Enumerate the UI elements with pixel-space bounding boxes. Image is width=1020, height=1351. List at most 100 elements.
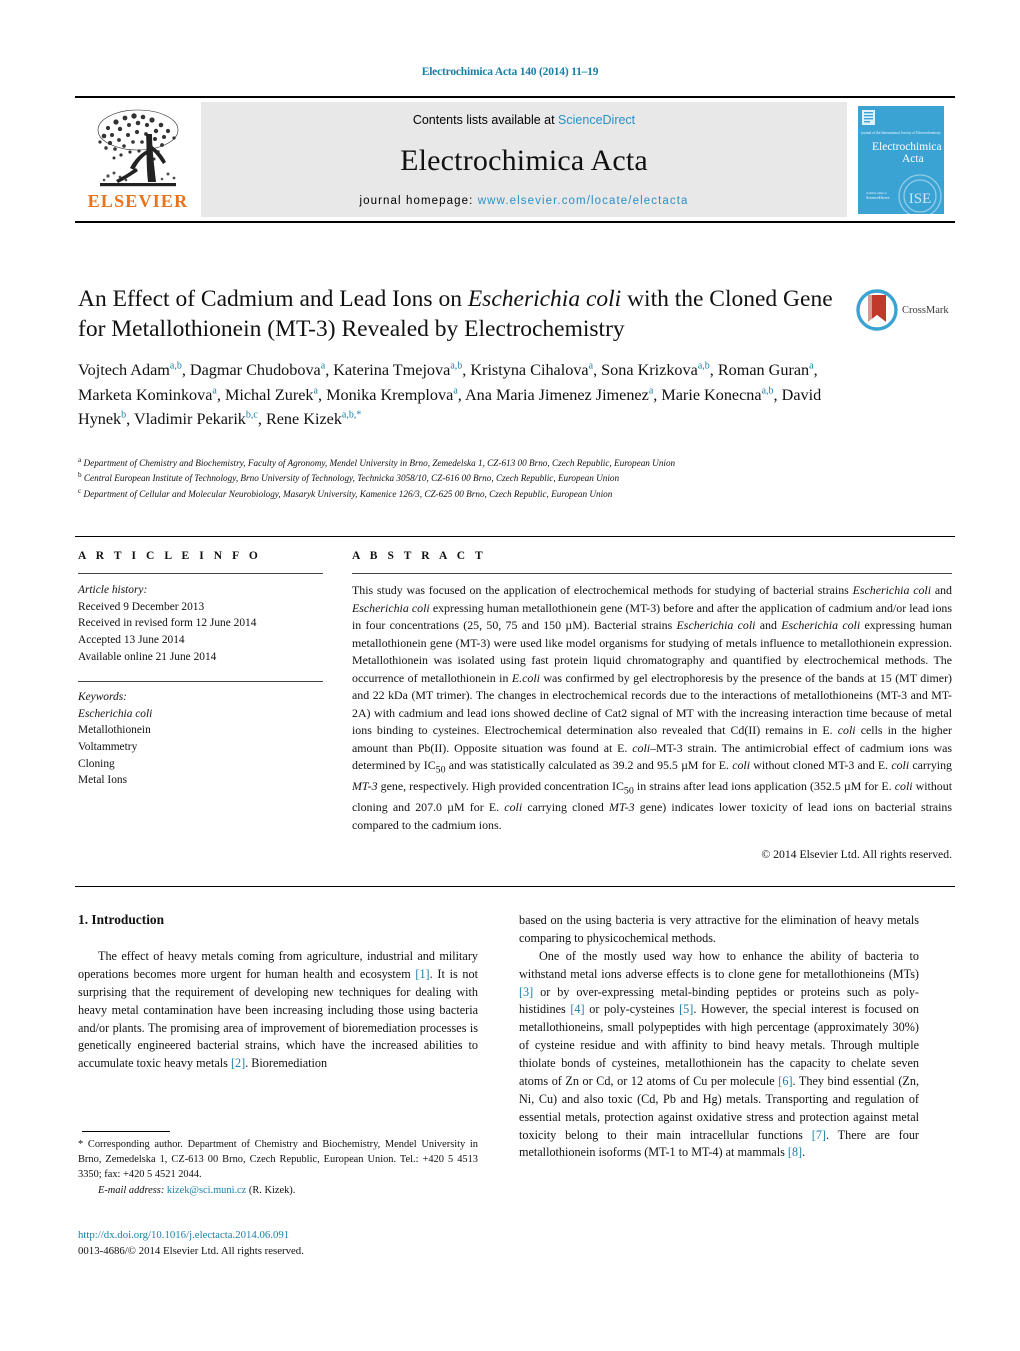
- affiliation-marker: c: [78, 486, 82, 495]
- journal-masthead: ELSEVIER Contents lists available at Sci…: [75, 96, 955, 223]
- author-affiliation-marker: a,b: [450, 360, 463, 372]
- svg-text:ISE: ISE: [909, 191, 932, 207]
- gene-name: MT-3: [352, 779, 378, 794]
- article-info-heading: A R T I C L E I N F O: [78, 550, 262, 562]
- article-history-item: Accepted 13 June 2014: [78, 633, 185, 646]
- author-name: Vojtech Adam: [78, 361, 170, 379]
- species-name: coli: [891, 758, 910, 773]
- homepage-label: journal homepage:: [359, 195, 474, 207]
- homepage-url-link[interactable]: www.elsevier.com/locate/electacta: [478, 195, 689, 207]
- author-affiliation-marker: a: [212, 385, 217, 397]
- email-link[interactable]: kizek@sci.muni.cz: [167, 1185, 246, 1196]
- journal-title: Electrochimica Acta: [400, 144, 648, 177]
- author-affiliation-marker: a,b: [697, 360, 710, 372]
- article-history-item: Received in revised form 12 June 2014: [78, 617, 257, 630]
- species-name: Escherichia coli: [352, 600, 430, 615]
- footnote-star: *: [78, 1139, 84, 1150]
- author-name: Sona Krizkova: [601, 361, 698, 379]
- keyword-item: Metallothionein: [78, 724, 151, 737]
- contents-prefix: Contents lists available at: [412, 113, 559, 127]
- author-affiliation-marker: a,b: [761, 385, 774, 397]
- citation-ref[interactable]: [5]: [679, 1002, 693, 1016]
- author-affiliation-marker: a: [648, 385, 654, 397]
- abstract-text: This study was focused on the applicatio…: [352, 583, 953, 833]
- citation-ref[interactable]: [8]: [788, 1145, 802, 1159]
- page-title: An Effect of Cadmium and Lead Ions on Es…: [78, 284, 838, 344]
- author-name: Rene Kizek: [265, 410, 342, 429]
- article-info-section: A R T I C L E I N F O Article history: R…: [78, 550, 323, 789]
- svg-text:Electrochimica: Electrochimica: [872, 141, 942, 153]
- crossmark-icon: [856, 289, 898, 331]
- journal-banner: Contents lists available at ScienceDirec…: [201, 102, 847, 217]
- affiliation-marker: b: [78, 471, 82, 480]
- article-history-item: Received 9 December 2013: [78, 600, 205, 613]
- citation-ref[interactable]: [2]: [231, 1056, 245, 1070]
- body-column-right: based on the using bacteria is very attr…: [519, 912, 919, 1162]
- svg-text:ScienceDirect: ScienceDirect: [866, 195, 890, 200]
- author-name: Roman Guran: [717, 361, 810, 379]
- author-name: Kristyna Cihalova: [470, 361, 589, 379]
- elsevier-wordmark: ELSEVIER: [87, 191, 189, 211]
- author-name: Katerina Tmejova: [333, 361, 451, 379]
- article-history-label: Article history:: [78, 584, 148, 596]
- abstract-copyright: © 2014 Elsevier Ltd. All rights reserved…: [761, 847, 952, 861]
- keyword-item: Escherichia coli: [78, 707, 153, 720]
- author-name: Michal Zurek: [224, 385, 314, 404]
- species-name: coli: [732, 758, 751, 773]
- citation-ref[interactable]: [4]: [570, 1002, 584, 1016]
- article-history-item: Available online 21 June 2014: [78, 650, 217, 663]
- article-history-block: Article history: Received 9 December 201…: [78, 582, 323, 665]
- author-name: Ana Maria Jimenez Jimenez: [464, 385, 649, 404]
- author-name: Vladimir Pekarik: [133, 410, 246, 429]
- affiliation-item: c Department of Cellular and Molecular N…: [78, 486, 613, 499]
- author-list: Vojtech Adama,b, Dagmar Chudobovaa, Kate…: [78, 360, 822, 429]
- species-name: Escherichia coli: [676, 618, 756, 633]
- author-affiliation-marker: a,b: [169, 360, 182, 372]
- abstract-rule: [352, 573, 952, 574]
- crossmark-label: CrossMark: [902, 304, 949, 316]
- author-name: Marketa Kominkova: [78, 385, 213, 404]
- journal-cover-cell: journal of the International Society of …: [847, 98, 955, 221]
- doi-link[interactable]: http://dx.doi.org/10.1016/j.electacta.20…: [78, 1228, 498, 1244]
- keywords-rule: [78, 681, 323, 683]
- species-name: Escherichia coli: [852, 583, 932, 597]
- author-name: Marie Konecna: [661, 385, 762, 404]
- keyword-item: Metal Ions: [78, 774, 128, 787]
- author-affiliation-marker: a: [809, 360, 814, 372]
- crossmark-badge[interactable]: CrossMark: [856, 285, 956, 335]
- author-name: Dagmar Chudobova: [189, 361, 321, 379]
- species-name: coli: [504, 800, 523, 815]
- citation-ref[interactable]: [7]: [812, 1128, 826, 1142]
- author-affiliation-marker: a: [313, 385, 318, 397]
- citation-ref[interactable]: [6]: [778, 1074, 792, 1088]
- elsevier-logo-cell: ELSEVIER: [75, 98, 201, 221]
- doi-footer-block: http://dx.doi.org/10.1016/j.electacta.20…: [78, 1228, 498, 1259]
- author-affiliation-marker: a,b,*: [341, 409, 362, 421]
- elsevier-tree-icon: [97, 109, 179, 187]
- affiliation-list: a Department of Chemistry and Biochemist…: [78, 455, 878, 501]
- journal-cover-thumbnail-icon: journal of the International Society of …: [858, 105, 944, 214]
- section-heading-introduction: 1. Introduction: [78, 912, 165, 927]
- sciencedirect-link[interactable]: ScienceDirect: [558, 113, 635, 127]
- author-affiliation-marker: a: [320, 360, 326, 372]
- email-label: E-mail address:: [98, 1184, 165, 1196]
- species-name: coli: [837, 723, 856, 738]
- author-affiliation-marker: a: [453, 385, 458, 397]
- keywords-label: Keywords:: [78, 691, 127, 704]
- divider-above-body: [75, 886, 955, 887]
- citation-ref[interactable]: [3]: [519, 985, 533, 999]
- citation-ref[interactable]: [1]: [415, 967, 429, 981]
- species-name: coli: [632, 740, 651, 755]
- body-column-left: 1. Introduction The effect of heavy meta…: [78, 912, 478, 1073]
- email-line: E-mail address: kizek@sci.muni.cz (R. Ki…: [78, 1184, 478, 1199]
- contents-list-line: Contents lists available at ScienceDirec…: [413, 113, 635, 127]
- journal-homepage-line: journal homepage: www.elsevier.com/locat…: [359, 195, 688, 207]
- abstract-heading: A B S T R A C T: [352, 550, 487, 562]
- author-affiliation-marker: b: [121, 409, 127, 421]
- divider-above-info: [75, 536, 955, 537]
- affiliation-item: b Central European Institute of Technolo…: [78, 471, 620, 484]
- svg-text:journal of the International S: journal of the International Society of …: [860, 131, 941, 135]
- keyword-item: Cloning: [78, 757, 115, 770]
- article-info-rule: [78, 573, 323, 574]
- author-affiliation-marker: a: [588, 360, 594, 372]
